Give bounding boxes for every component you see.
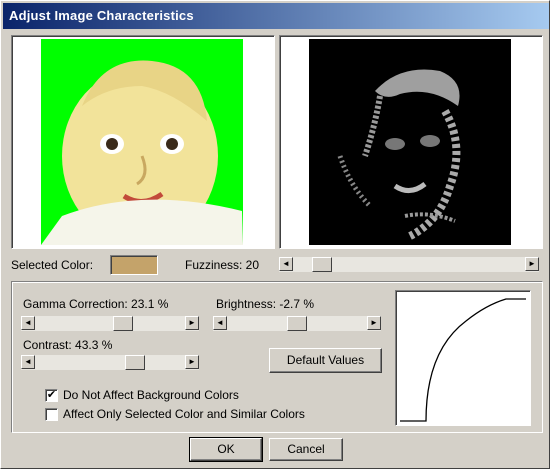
adjust-image-dialog: Adjust Image Characteristics Selected Co…: [0, 0, 550, 469]
tone-curve-graph: [400, 298, 526, 422]
scroll-right-arrow-icon[interactable]: ►: [185, 316, 199, 330]
default-values-button[interactable]: Default Values: [269, 348, 382, 373]
scroll-left-arrow-icon[interactable]: ◄: [21, 316, 35, 330]
fuzziness-slider-thumb[interactable]: [312, 257, 332, 272]
baby-portrait-photo: [41, 39, 243, 245]
scroll-right-arrow-icon[interactable]: ►: [367, 316, 381, 330]
brightness-slider[interactable]: ◄ ►: [213, 316, 381, 331]
brightness-label: Brightness: -2.7 %: [216, 297, 315, 311]
scroll-right-arrow-icon[interactable]: ►: [185, 355, 199, 369]
affect-only-selected-label: Affect Only Selected Color and Similar C…: [63, 407, 305, 421]
brightness-slider-thumb[interactable]: [287, 316, 307, 331]
selected-color-swatch[interactable]: [110, 255, 158, 275]
edge-mask-preview: [309, 39, 511, 245]
fuzziness-label: Fuzziness: 20: [185, 258, 260, 272]
contrast-slider[interactable]: ◄ ►: [21, 355, 199, 370]
gamma-label: Gamma Correction: 23.1 %: [23, 297, 169, 311]
window-title: Adjust Image Characteristics: [9, 8, 194, 23]
do-not-affect-background-label: Do Not Affect Background Colors: [63, 388, 239, 402]
gamma-slider[interactable]: ◄ ►: [21, 316, 199, 331]
do-not-affect-background-checkbox[interactable]: ✔: [45, 389, 58, 402]
scroll-left-arrow-icon[interactable]: ◄: [21, 355, 35, 369]
cancel-button[interactable]: Cancel: [269, 438, 343, 461]
original-image-panel: [11, 35, 275, 249]
scroll-left-arrow-icon[interactable]: ◄: [213, 316, 227, 330]
ok-button[interactable]: OK: [189, 437, 263, 462]
fuzziness-slider[interactable]: ◄ ►: [279, 257, 539, 272]
title-bar[interactable]: Adjust Image Characteristics: [3, 3, 549, 29]
contrast-label: Contrast: 43.3 %: [23, 338, 113, 352]
contrast-slider-thumb[interactable]: [125, 355, 145, 370]
scroll-left-arrow-icon[interactable]: ◄: [279, 257, 293, 271]
affect-only-selected-checkbox[interactable]: [45, 408, 58, 421]
mask-preview-panel: [279, 35, 543, 249]
gamma-slider-thumb[interactable]: [113, 316, 133, 331]
tone-curve-preview: [395, 290, 531, 426]
selected-color-label: Selected Color:: [11, 258, 94, 272]
scroll-right-arrow-icon[interactable]: ►: [525, 257, 539, 271]
